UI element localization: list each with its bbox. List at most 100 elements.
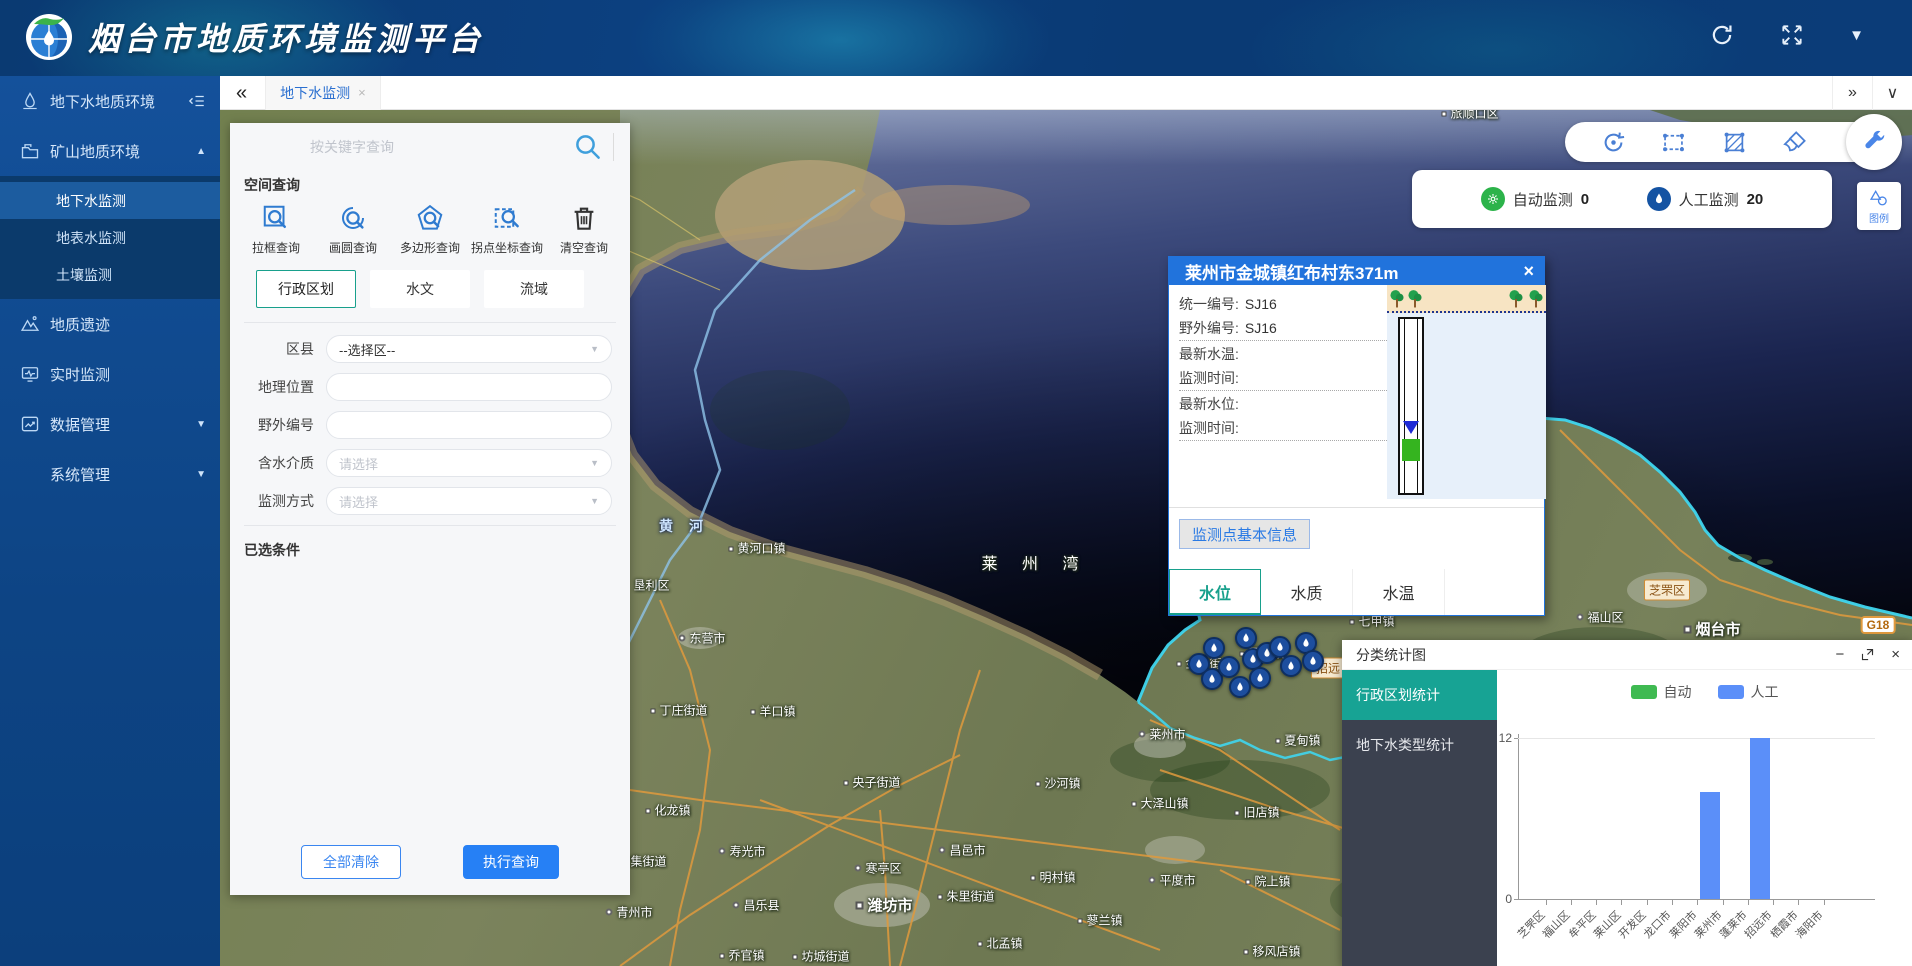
legend-item-自动[interactable]: 自动	[1631, 682, 1692, 702]
popup-tab-水位[interactable]: 水位	[1169, 569, 1261, 615]
water-drop-icon	[1254, 672, 1266, 684]
search-icon[interactable]	[573, 132, 603, 162]
select-value: 请选择	[339, 454, 378, 473]
minimize-icon[interactable]: −	[1835, 647, 1844, 662]
point-basic-info-button[interactable]: 监测点基本信息	[1179, 519, 1310, 549]
select-value: 请选择	[339, 492, 378, 511]
user-dropdown-caret-icon[interactable]: ▼	[1849, 27, 1864, 44]
bar-莱州市-人工[interactable]	[1700, 792, 1720, 899]
rect-query-button[interactable]: 拉框查询	[238, 203, 314, 256]
maximize-icon[interactable]	[1860, 647, 1875, 662]
popup-tab-水质[interactable]: 水质	[1261, 569, 1353, 615]
legend-button[interactable]: 图例	[1857, 182, 1901, 230]
keyword-search-input[interactable]	[246, 139, 573, 155]
monitoring-point-popup: 莱州市金城镇红布村东371m × 统一编号:SJ16野外编号:SJ16最新水温:…	[1168, 256, 1545, 616]
monitoring-point-marker[interactable]	[1235, 627, 1257, 649]
reset-view-icon[interactable]	[1600, 129, 1627, 156]
field-label: 地理位置	[230, 377, 326, 397]
query-tab-流域[interactable]: 流域	[484, 270, 584, 308]
map-toolbar	[1565, 122, 1855, 162]
field-label: 野外编号	[230, 415, 326, 435]
measure-line-icon[interactable]	[1660, 129, 1687, 156]
water-level-marker-icon	[1403, 421, 1419, 434]
map-canvas[interactable]: 海旅顺口区莱 州 湾黄 河黄河口镇垦利区东营市丁庄街道羊口镇央子街道化龙镇寿光市…	[220, 110, 1912, 966]
coord-query-button[interactable]: 拐点坐标查询	[469, 203, 545, 256]
water-drop-icon	[1206, 673, 1218, 685]
field-label: 监测方式	[230, 491, 326, 511]
sidebar-item-soil-monitor[interactable]: 土壤监测	[0, 256, 220, 293]
trash-button[interactable]: 清空查询	[546, 203, 622, 256]
x-tick	[1571, 899, 1572, 905]
chevron-down-icon: ▼	[196, 469, 206, 480]
区县-select[interactable]: --选择区--▼	[326, 335, 612, 363]
water-drop-icon	[1285, 660, 1297, 672]
well-tube	[1398, 317, 1424, 495]
popup-field: 最新水温:	[1179, 341, 1387, 366]
chart-nav-地下水类型统计[interactable]: 地下水类型统计	[1342, 720, 1497, 770]
chevron-down-icon: ▼	[196, 419, 206, 430]
sidebar-item-mine-geo-env[interactable]: 矿山地质环境▲	[0, 126, 220, 176]
监测方式-select[interactable]: 请选择▼	[326, 487, 612, 515]
tab-close-icon[interactable]: ×	[358, 85, 366, 100]
popup-field: 监测时间:	[1179, 366, 1387, 391]
sidebar-item-geo-heritage[interactable]: 地质遗迹	[0, 299, 220, 349]
water-drop-icon	[1223, 661, 1235, 673]
monitoring-point-marker[interactable]	[1280, 655, 1302, 677]
chart-nav-行政区划统计[interactable]: 行政区划统计	[1342, 670, 1497, 720]
clear-brush-icon[interactable]	[1781, 129, 1808, 156]
circle-query-button[interactable]: 画圆查询	[315, 203, 391, 256]
sidebar-item-groundwater-monitor[interactable]: 地下水监测	[0, 182, 220, 219]
地理位置-field[interactable]	[326, 373, 612, 401]
collapse-tabs-icon[interactable]: «	[236, 83, 247, 103]
badge-自动监测[interactable]: 自动监测0	[1481, 187, 1589, 211]
sidebar-item-data-management[interactable]: 数据管理▼	[0, 399, 220, 449]
water-drop-icon	[1307, 655, 1319, 667]
sidebar-item-surface-water-monitor[interactable]: 地表水监测	[0, 219, 220, 256]
badge-人工监测[interactable]: 人工监测20	[1647, 187, 1764, 211]
tool-label: 多边形查询	[400, 239, 460, 256]
popup-close-icon[interactable]: ×	[1523, 261, 1534, 282]
query-tab-行政区划[interactable]: 行政区划	[256, 270, 356, 308]
monitoring-point-marker[interactable]	[1249, 667, 1271, 689]
tree-icon	[1528, 289, 1544, 309]
execute-query-button[interactable]: 执行查询	[463, 845, 559, 879]
sidebar-item-realtime-monitor[interactable]: 实时监测	[0, 349, 220, 399]
monitoring-point-marker[interactable]	[1203, 637, 1225, 659]
bar-招远市-人工[interactable]	[1750, 738, 1770, 899]
monitoring-point-marker[interactable]	[1302, 650, 1324, 672]
poly-query-button[interactable]: 多边形查询	[392, 203, 468, 256]
tool-label: 拐点坐标查询	[471, 239, 543, 256]
refresh-icon[interactable]	[1709, 22, 1735, 48]
popup-field: 野外编号:SJ16	[1179, 316, 1387, 341]
clear-all-button[interactable]: 全部清除	[301, 845, 401, 879]
form-row: 含水介质请选择 ▼	[230, 449, 612, 477]
tabs-expand-icon[interactable]: »	[1832, 76, 1872, 110]
tab-label: 地下水监测	[280, 83, 350, 103]
close-icon[interactable]: ×	[1891, 647, 1900, 662]
query-tab-水文[interactable]: 水文	[370, 270, 470, 308]
measure-area-icon[interactable]	[1721, 129, 1748, 156]
legend-label: 自动	[1664, 682, 1692, 702]
含水介质-select[interactable]: 请选择 ▼	[326, 449, 612, 477]
sidebar-item-groundwater-geo-env[interactable]: 地下水地质环境	[0, 76, 220, 126]
monitoring-point-marker[interactable]	[1218, 656, 1240, 678]
field-label: 区县	[230, 339, 326, 359]
nav-system-icon	[20, 464, 40, 484]
field-label: 含水介质	[230, 453, 326, 473]
fullscreen-icon[interactable]	[1779, 22, 1805, 48]
tree-icon	[1407, 289, 1423, 309]
app-header: 烟台市地质环境监测平台 ▼	[0, 0, 1912, 76]
sidebar-item-system-management[interactable]: 系统管理▼	[0, 449, 220, 499]
popup-tab-水温[interactable]: 水温	[1353, 569, 1445, 615]
tabs-list-icon[interactable]: ∨	[1872, 76, 1912, 110]
legend-item-人工[interactable]: 人工	[1718, 682, 1779, 702]
search-divider	[613, 133, 614, 161]
tab-groundwater-monitor[interactable]: 地下水监测 ×	[265, 76, 381, 110]
map-tools-wrench-button[interactable]	[1846, 114, 1902, 170]
x-tick	[1621, 899, 1622, 905]
selected-conditions-title: 已选条件	[230, 528, 630, 560]
monitoring-point-marker[interactable]	[1229, 676, 1251, 698]
野外编号-field[interactable]	[326, 411, 612, 439]
chevron-down-icon: ▼	[590, 458, 599, 468]
water-drop-icon	[1274, 641, 1286, 653]
